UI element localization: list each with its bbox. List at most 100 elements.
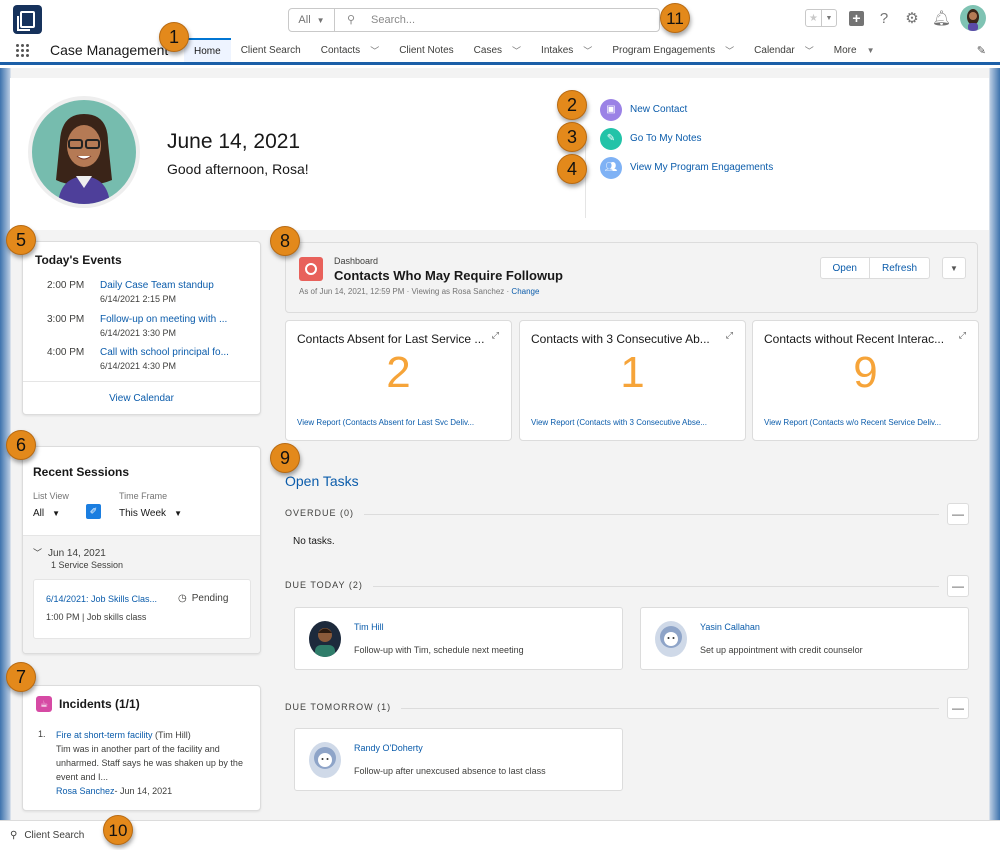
collapse-due-today-button[interactable]: — [947, 575, 969, 597]
expand-icon[interactable]: ⤢ [959, 330, 966, 341]
task-description: Follow-up after unexcused absence to las… [354, 766, 546, 776]
nav-tab-intakes[interactable]: Intakes ﹀ [531, 38, 602, 62]
divider [285, 586, 939, 587]
pin-icon[interactable]: ✐ [86, 504, 101, 519]
due-today-section-header: DUE TODAY (2) — [285, 575, 969, 597]
event-item: 3:00 PM Follow-up on meeting with ... 6/… [23, 314, 262, 346]
user-avatar[interactable] [960, 5, 986, 31]
divider [285, 514, 939, 515]
nav-tab-program-engagements[interactable]: Program Engagements ﹀ [602, 38, 744, 62]
expand-icon[interactable]: ⤢ [492, 330, 499, 341]
metric-value: 2 [386, 348, 411, 397]
due-tomorrow-section-header: DUE TOMORROW (1) — [285, 697, 969, 719]
view-program-engagements-link[interactable]: 👥︎ View My Program Engagements [600, 153, 773, 182]
incident-link[interactable]: Fire at short-term facility [56, 730, 153, 740]
search-scope-dropdown[interactable]: All ▼ [289, 9, 335, 31]
favorites-button[interactable]: ★ ▼ [805, 9, 837, 27]
nav-tab-contacts[interactable]: Contacts ﹀ [311, 38, 389, 62]
open-dashboard-button[interactable]: Open [821, 258, 869, 278]
time-frame-dropdown[interactable]: This Week ▼ [119, 508, 182, 519]
event-time: 2:00 PM [47, 280, 85, 291]
app-logo[interactable] [13, 5, 42, 34]
page-date-title: June 14, 2021 [167, 130, 301, 153]
quick-link-label: Go To My Notes [630, 133, 702, 144]
notifications-bell-icon[interactable]: 🔔︎ [932, 9, 951, 27]
chevron-down-icon[interactable]: ﹀ [805, 44, 814, 57]
caret-down-icon: ▼ [174, 509, 182, 518]
view-report-link[interactable]: View Report (Contacts with 3 Consecutive… [531, 418, 707, 427]
nav-tab-client-search[interactable]: Client Search [231, 38, 311, 62]
view-report-link[interactable]: View Report (Contacts w/o Recent Service… [764, 418, 941, 427]
chevron-down-icon[interactable]: ﹀ [725, 44, 734, 57]
nav-tab-client-notes[interactable]: Client Notes [389, 38, 463, 62]
chevron-down-icon[interactable]: ﹀ [370, 44, 379, 57]
caret-down-icon: ▼ [316, 15, 325, 25]
dashboard-gauge-icon [299, 257, 323, 281]
view-report-link[interactable]: View Report (Contacts Absent for Last Sv… [297, 418, 474, 427]
favorites-dropdown-icon[interactable]: ▼ [821, 10, 836, 26]
task-contact-link[interactable]: Randy O'Doherty [354, 743, 423, 753]
session-link[interactable]: 6/14/2021: Job Skills Clas... [46, 594, 157, 604]
event-link[interactable]: Follow-up on meeting with ... [100, 314, 227, 325]
contact-avatar [309, 621, 341, 657]
event-link[interactable]: Daily Case Team standup [100, 280, 214, 291]
app-launcher-button[interactable] [0, 38, 44, 62]
callout-badge: 3 [557, 122, 587, 152]
event-link[interactable]: Call with school principal fo... [100, 347, 229, 358]
collapse-overdue-button[interactable]: — [947, 503, 969, 525]
session-group-toggle[interactable]: ﹀ Jun 14, 2021 [33, 546, 106, 559]
chevron-down-icon[interactable]: ﹀ [583, 44, 592, 57]
task-contact-link[interactable]: Tim Hill [354, 622, 384, 632]
expand-icon[interactable]: ⤢ [726, 330, 733, 341]
callout-badge: 6 [6, 430, 36, 460]
global-actions-plus-icon[interactable]: + [849, 10, 864, 26]
help-icon[interactable]: ? [876, 10, 892, 27]
caret-down-icon: ▼ [52, 509, 61, 518]
go-to-my-notes-link[interactable]: ✎ Go To My Notes [600, 124, 773, 153]
session-status: ◷ Pending [178, 593, 228, 604]
session-group-count: 1 Service Session [51, 560, 124, 570]
event-time: 4:00 PM [47, 347, 85, 358]
status-text: Pending [191, 593, 229, 604]
utility-bar-client-search[interactable]: ⚲ Client Search [0, 820, 1000, 850]
dashboard-more-actions-icon[interactable]: ▼ [942, 257, 966, 279]
profile-avatar [28, 96, 140, 208]
change-viewer-link[interactable]: Change [511, 287, 539, 296]
welcome-banner: June 14, 2021 Good afternoon, Rosa! ▣ Ne… [10, 78, 989, 230]
task-description: Follow-up with Tim, schedule next meetin… [354, 645, 524, 655]
view-calendar-link[interactable]: View Calendar [23, 381, 260, 414]
nav-tab-label: Calendar [754, 44, 795, 56]
search-icon: ⚲ [10, 830, 18, 841]
task-contact-link[interactable]: Yasin Callahan [700, 622, 760, 632]
collapse-due-tomorrow-button[interactable]: — [947, 697, 969, 719]
edit-nav-pencil-icon[interactable]: ✎ [977, 38, 1000, 62]
incident-author-link[interactable]: Rosa Sanchez [56, 786, 115, 796]
list-view-dropdown[interactable]: All ▼ [33, 508, 60, 519]
nav-tab-label: Contacts [320, 44, 361, 56]
todays-events-card: Today's Events 2:00 PM Daily Case Team s… [22, 241, 261, 415]
nav-tab-cases[interactable]: Cases ﹀ [464, 38, 531, 62]
event-item: 2:00 PM Daily Case Team standup 6/14/202… [23, 280, 262, 312]
search-input[interactable] [335, 9, 659, 31]
new-contact-link[interactable]: ▣ New Contact [600, 95, 773, 124]
nav-tab-home[interactable]: Home [184, 38, 231, 62]
event-end-time: 6/14/2021 3:30 PM [100, 328, 177, 338]
session-item: 6/14/2021: Job Skills Clas... ◷ Pending 1… [33, 579, 251, 639]
contact-card-icon: ▣ [600, 98, 622, 121]
section-label: DUE TODAY (2) [285, 580, 373, 590]
list-view-label: List View [33, 491, 69, 501]
open-tasks-title: Open Tasks [285, 473, 359, 489]
dashboard-kicker: Dashboard [334, 256, 379, 266]
dashboard-header: Dashboard Contacts Who May Require Follo… [285, 242, 978, 313]
clock-icon: ◷ [178, 593, 187, 604]
nav-tab-more[interactable]: More ▼ [824, 38, 885, 62]
metric-title: Contacts without Recent Interac... [764, 332, 945, 346]
refresh-dashboard-button[interactable]: Refresh [868, 258, 929, 278]
nav-tab-label: Home [194, 45, 221, 57]
section-label: DUE TOMORROW (1) [285, 702, 402, 712]
event-end-time: 6/14/2021 4:30 PM [100, 361, 177, 371]
setup-gear-icon[interactable]: ⚙ [904, 9, 920, 27]
nav-tab-label: Program Engagements [612, 44, 716, 56]
nav-tab-calendar[interactable]: Calendar ﹀ [744, 38, 824, 62]
chevron-down-icon[interactable]: ﹀ [512, 44, 521, 57]
